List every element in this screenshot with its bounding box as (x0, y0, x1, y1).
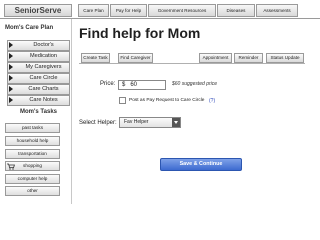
task-other[interactable]: other (5, 186, 60, 196)
triangle-right-icon (9, 75, 13, 81)
task-household-help[interactable]: household help (5, 136, 60, 146)
save-continue-button[interactable]: Save & Continue (160, 158, 242, 171)
sidebar-item-label: Doctor's (33, 42, 54, 48)
subtab-find-caregiver[interactable]: Find Caregiver (118, 53, 153, 63)
triangle-right-icon (9, 97, 13, 103)
price-input[interactable]: $60 (118, 80, 166, 90)
task-computer-help[interactable]: computer help (5, 174, 60, 184)
sidebar-item-care-circle[interactable]: Care Circle (7, 73, 70, 84)
nav-divider (0, 18, 320, 19)
subtab-divider (79, 63, 305, 64)
select-helper-label: Select Helper: (79, 120, 117, 126)
triangle-right-icon (9, 86, 13, 92)
tasks-heading: Mom's Tasks (20, 109, 57, 115)
tab-assessments[interactable]: Assessments (256, 4, 298, 17)
sidebar-item-care-charts[interactable]: Care Charts (7, 84, 70, 95)
sidebar-item-label: Medication (29, 53, 58, 59)
tab-government-resources[interactable]: Government Resources (148, 4, 216, 17)
help-link[interactable]: (?) (209, 98, 215, 104)
task-past-tasks[interactable]: past tasks (5, 123, 60, 133)
triangle-right-icon (9, 53, 13, 59)
suggested-price: $60 suggested price (172, 81, 218, 87)
task-label: shopping (22, 163, 43, 168)
subtab-create-task[interactable]: Create Task (81, 53, 110, 63)
sidebar-item-my-caregivers[interactable]: My Caregivers (7, 62, 70, 73)
helper-select-value: Fav Helper (124, 119, 149, 125)
triangle-right-icon (9, 42, 13, 48)
post-pay-request-label: Post as Pay Request to Care Circle (129, 98, 205, 103)
sidebar-item-care-notes[interactable]: Care Notes (7, 95, 70, 106)
currency-symbol: $ (122, 82, 126, 88)
task-shopping[interactable]: shopping (5, 161, 60, 171)
helper-select[interactable]: Fav Helper (119, 117, 181, 128)
tab-pay-for-help[interactable]: Pay for Help (110, 4, 147, 17)
subtab-appointment[interactable]: Appointment (199, 53, 232, 63)
triangle-right-icon (9, 64, 13, 70)
price-label: Price: (100, 81, 116, 87)
chevron-down-icon (172, 118, 180, 127)
cart-icon (7, 163, 15, 170)
sidebar-divider (71, 19, 72, 204)
sidebar-item-label: Care Circle (29, 75, 58, 81)
subtab-reminder[interactable]: Reminder (234, 53, 263, 63)
sidebar-item-label: My Caregivers (25, 64, 62, 70)
tab-care-plan[interactable]: Care Plan (78, 4, 109, 17)
post-pay-request-checkbox[interactable] (119, 97, 126, 104)
brand-logo[interactable]: SeniorServe (4, 4, 72, 17)
page-title: Find help for Mom (79, 25, 201, 41)
subtab-status-update[interactable]: Status Update (266, 53, 304, 63)
sidebar-item-label: Care Charts (28, 86, 59, 92)
sidebar-heading: Mom's Care Plan (5, 25, 54, 31)
task-transportation[interactable]: transportation (5, 149, 60, 159)
sidebar-item-label: Care Notes (29, 97, 58, 103)
tab-diseases[interactable]: Diseases (217, 4, 255, 17)
price-value: 60 (130, 82, 138, 88)
sidebar-item-doctors[interactable]: Doctor's (7, 40, 70, 51)
sidebar-item-medication[interactable]: Medication (7, 51, 70, 62)
